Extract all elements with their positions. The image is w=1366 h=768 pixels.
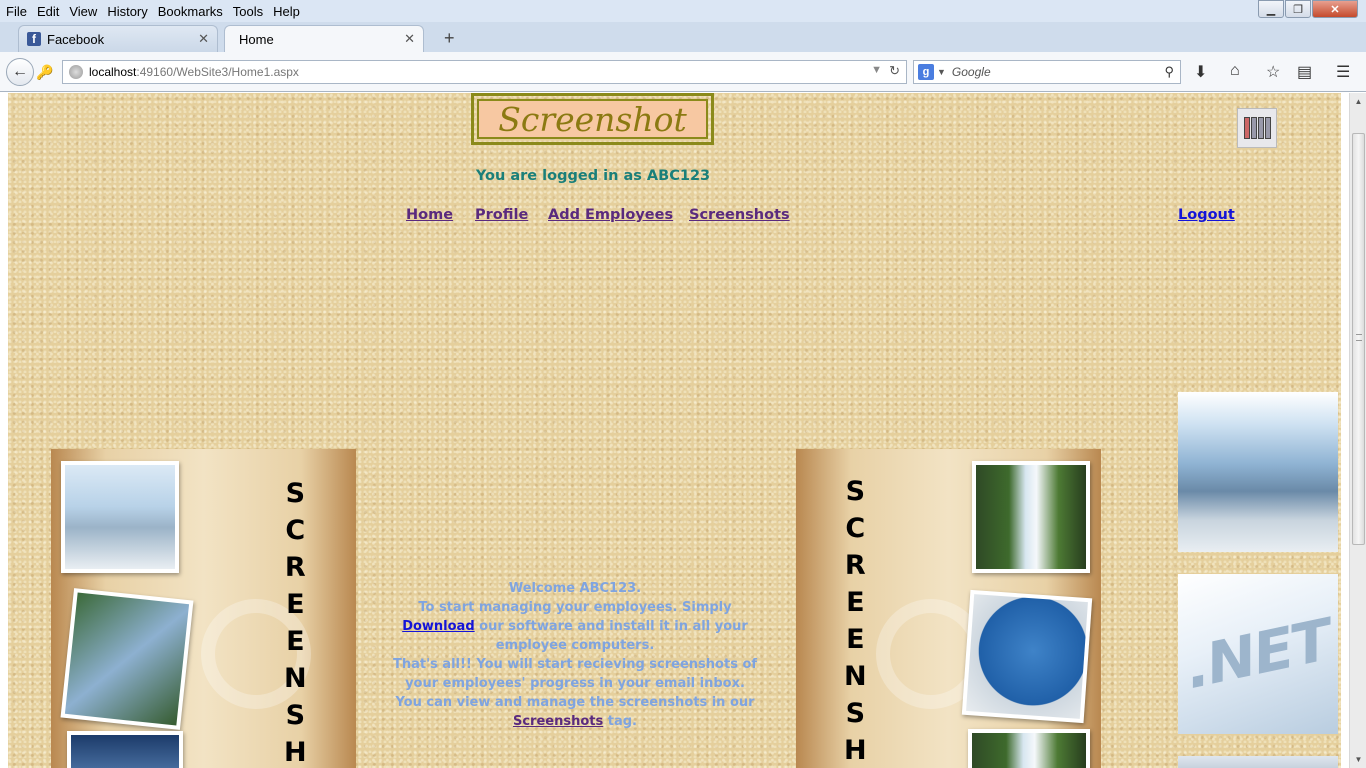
menu-help[interactable]: Help (268, 4, 305, 19)
menu-bar: File Edit View History Bookmarks Tools H… (0, 0, 1366, 22)
download-link[interactable]: Download (402, 619, 474, 634)
download-icon[interactable]: ⬇ (1194, 62, 1207, 82)
search-bar[interactable]: g ▼ Google ⚲ (913, 60, 1181, 84)
tab-bar: f Facebook ✕ Home ✕ + (0, 22, 1366, 52)
tab-label: Home (239, 31, 274, 47)
logout-link[interactable]: Logout (1178, 207, 1235, 223)
maximize-button[interactable]: ❐ (1285, 0, 1311, 18)
url-path: :49160/WebSite3/Home1.aspx (136, 65, 299, 79)
facebook-icon: f (27, 32, 41, 46)
dotnet-image-text: .NET (1187, 604, 1329, 704)
close-button[interactable]: ✕ (1312, 0, 1358, 18)
globe-icon (69, 65, 83, 79)
google-icon[interactable]: g (918, 64, 934, 80)
tab-facebook[interactable]: f Facebook ✕ (18, 25, 218, 52)
menu-file[interactable]: File (0, 4, 32, 19)
menu-history[interactable]: History (102, 4, 152, 19)
menu-edit[interactable]: Edit (32, 4, 64, 19)
welcome-line: Welcome ABC123. (508, 581, 642, 596)
manage-info-line: You can view and manage the screenshots … (395, 695, 755, 729)
scroll-up-icon[interactable]: ▲ (1350, 93, 1366, 110)
right-decorative-banner: SCREENSH (796, 449, 1101, 768)
home-icon[interactable]: ⌂ (1230, 62, 1240, 80)
menu-bookmarks[interactable]: Bookmarks (153, 4, 228, 19)
navigation-bar: ← 🔑 localhost:49160/WebSite3/Home1.aspx … (0, 52, 1366, 92)
new-tab-button[interactable]: + (444, 28, 455, 49)
menu-view[interactable]: View (64, 4, 102, 19)
office-photo (61, 461, 179, 573)
left-decorative-banner: SCREENSH (51, 449, 356, 768)
bookmark-star-icon[interactable]: ☆ (1266, 62, 1280, 82)
scroll-thumb[interactable] (1352, 133, 1365, 545)
vertical-screenshot-text: SCREENSH (844, 476, 867, 766)
bookmarks-menu-icon[interactable]: ▤ (1297, 62, 1312, 82)
reload-icon[interactable]: ↻ (889, 63, 900, 79)
url-bar[interactable]: localhost:49160/WebSite3/Home1.aspx ▼ ↻ (62, 60, 907, 84)
bottom-side-image (1178, 756, 1338, 768)
site-logo: Screenshot (471, 93, 714, 145)
back-button[interactable]: ← (6, 58, 34, 86)
vertical-screenshot-text: SCREENSH (284, 478, 307, 768)
close-tab-icon[interactable]: ✕ (198, 31, 209, 47)
logged-in-status: You are logged in as ABC123 (475, 168, 711, 184)
url-host: localhost (89, 65, 137, 79)
phones-icon (1237, 108, 1277, 148)
nav-home[interactable]: Home (406, 207, 453, 223)
nav-profile[interactable]: Profile (475, 207, 528, 223)
close-tab-icon[interactable]: ✕ (404, 31, 415, 47)
dropdown-arrow-icon[interactable]: ▼ (871, 64, 882, 76)
waterfall-photo (60, 588, 194, 730)
dotnet-monitor-photo (961, 589, 1093, 724)
menu-tools[interactable]: Tools (228, 4, 268, 19)
vertical-scrollbar[interactable]: ▲ ▼ (1349, 93, 1366, 768)
back-arrow-icon: ← (12, 63, 28, 80)
tab-home[interactable]: Home ✕ (224, 25, 424, 52)
screenshots-link[interactable]: Screenshots (513, 714, 603, 729)
nav-screenshots[interactable]: Screenshots (689, 207, 790, 223)
inbox-info-line: That's all!! You will start recieving sc… (392, 657, 758, 691)
minimize-button[interactable]: ▁ (1258, 0, 1284, 18)
tab-label: Facebook (47, 31, 105, 47)
nav-add-employees[interactable]: Add Employees (548, 207, 673, 223)
download-instructions: To start managing your employees. Simply… (402, 600, 748, 653)
desktop-photo (67, 731, 183, 768)
scroll-down-icon[interactable]: ▼ (1350, 751, 1366, 768)
page-viewport: Screenshot You are logged in as ABC123 H… (0, 93, 1366, 768)
waterfall-photo (972, 461, 1090, 573)
office-side-image (1178, 392, 1338, 552)
welcome-message: Welcome ABC123. To start managing your e… (390, 579, 760, 731)
key-icon[interactable]: 🔑 (36, 64, 53, 81)
logo-text: Screenshot (477, 99, 708, 139)
hamburger-menu-icon[interactable]: ☰ (1336, 62, 1350, 82)
search-icon[interactable]: ⚲ (1164, 64, 1174, 80)
window-controls: ▁ ❐ ✕ (1258, 0, 1358, 18)
search-placeholder: Google (951, 65, 991, 79)
dotnet-side-image: .NET (1178, 574, 1338, 734)
waterfall-photo-2 (968, 729, 1090, 768)
page-body: Screenshot You are logged in as ABC123 H… (8, 93, 1341, 768)
engine-dropdown-icon[interactable]: ▼ (937, 67, 946, 77)
